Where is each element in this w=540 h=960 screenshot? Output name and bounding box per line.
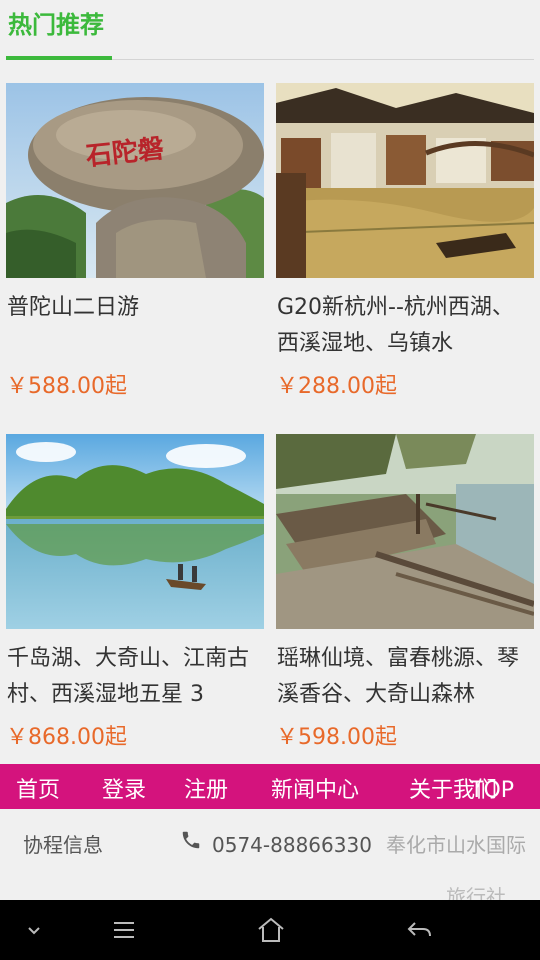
active-tab-underline [6, 56, 112, 60]
section-title: 热门推荐 [8, 11, 104, 39]
chevron-down-icon[interactable] [18, 914, 50, 946]
tour-price: ￥868.00起 [6, 725, 127, 750]
tour-title[interactable]: 瑶琳仙境、富春桃源、琴溪香谷、大奇山森林 [276, 641, 534, 713]
nav-home[interactable]: 首页 [16, 764, 60, 809]
bottom-nav: 首页 登录 注册 新闻中心 关于我们 TOP [0, 764, 540, 809]
tour-price: ￥588.00起 [6, 374, 127, 399]
tour-card[interactable]: G20新杭州--杭州西湖、西溪湿地、乌镇水 ￥288.00起 [276, 83, 534, 403]
tour-card[interactable]: 石陀磐 普陀山二日游 ￥588.00起 [6, 83, 264, 403]
footer-phone[interactable]: 0574-88866330 [212, 829, 372, 861]
nav-register[interactable]: 注册 [184, 764, 228, 809]
footer-brand: 协程信息 [23, 833, 103, 857]
tour-title[interactable]: G20新杭州--杭州西湖、西溪湿地、乌镇水 [276, 290, 534, 362]
water-town-photo[interactable] [276, 83, 534, 278]
footer: 协程信息 0574-88866330 奉化市山水国际 旅行社 [0, 809, 540, 900]
tour-title[interactable]: 千岛湖、大奇山、江南古村、西溪湿地五星 3 [6, 641, 264, 713]
tour-card[interactable]: 瑶琳仙境、富春桃源、琴溪香谷、大奇山森林 ￥598.00起 [276, 434, 534, 754]
tour-card[interactable]: 千岛湖、大奇山、江南古村、西溪湿地五星 3 ￥868.00起 [6, 434, 264, 754]
menu-icon[interactable] [108, 914, 140, 946]
tour-price: ￥598.00起 [276, 725, 397, 750]
waterside-village-photo[interactable] [276, 434, 534, 629]
system-nav-bar [0, 900, 540, 960]
back-to-top-button[interactable]: TOP [470, 764, 514, 809]
footer-company-cont: 旅行社 [446, 885, 506, 900]
tour-title[interactable]: 普陀山二日游 [6, 290, 264, 362]
home-icon[interactable] [255, 914, 287, 946]
back-icon[interactable] [403, 914, 435, 946]
putuo-rock-photo[interactable]: 石陀磐 [6, 83, 264, 278]
tour-price: ￥288.00起 [276, 374, 397, 399]
nav-login[interactable]: 登录 [102, 764, 146, 809]
section-header: 热门推荐 [0, 0, 540, 62]
nav-news[interactable]: 新闻中心 [271, 764, 359, 809]
phone-icon [182, 831, 200, 849]
lake-boat-photo[interactable] [6, 434, 264, 629]
footer-company: 奉化市山水国际 [386, 833, 526, 857]
